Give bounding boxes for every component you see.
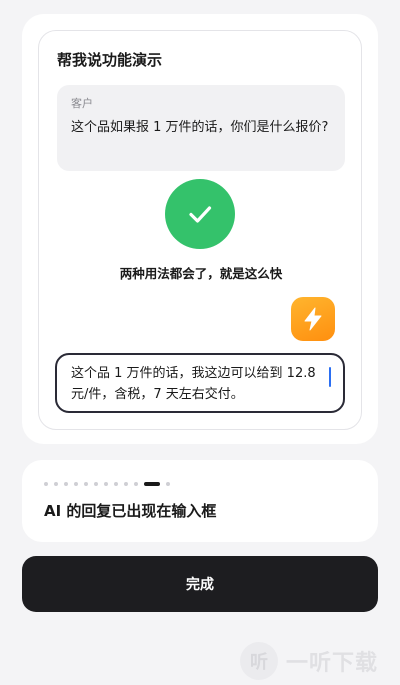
reply-input[interactable]: 这个品 1 万件的话，我这边可以给到 12.8 元/件，含税，7 天左右交付。	[55, 353, 345, 413]
step-dot	[84, 482, 88, 486]
check-icon	[165, 179, 235, 249]
done-button[interactable]: 完成	[22, 556, 378, 612]
step-dot	[124, 482, 128, 486]
step-card: AI 的回复已出现在输入框	[22, 460, 378, 542]
step-dot	[54, 482, 58, 486]
watermark-logo: 听	[240, 642, 278, 680]
step-progress-dots	[44, 482, 170, 486]
text-cursor	[329, 367, 331, 387]
customer-message-bubble: 客户 这个品如果报 1 万件的话，你们是什么报价?	[57, 85, 345, 171]
step-dot	[44, 482, 48, 486]
customer-label: 客户	[71, 97, 93, 110]
step-dot	[104, 482, 108, 486]
step-dot	[74, 482, 78, 486]
lightning-icon[interactable]	[291, 297, 335, 341]
demo-panel: 帮我说功能演示 客户 这个品如果报 1 万件的话，你们是什么报价? 两种用法都会…	[38, 30, 362, 430]
screen: 帮我说功能演示 客户 这个品如果报 1 万件的话，你们是什么报价? 两种用法都会…	[0, 0, 400, 685]
demo-title: 帮我说功能演示	[57, 51, 163, 69]
step-dot	[64, 482, 68, 486]
watermark: 听 一听下载	[240, 642, 378, 680]
step-dot	[134, 482, 138, 486]
step-dot	[94, 482, 98, 486]
demo-card: 帮我说功能演示 客户 这个品如果报 1 万件的话，你们是什么报价? 两种用法都会…	[22, 14, 378, 444]
watermark-text: 一听下载	[286, 651, 379, 676]
customer-message-text: 这个品如果报 1 万件的话，你们是什么报价?	[71, 120, 329, 135]
step-dot	[166, 482, 170, 486]
step-caption: AI 的回复已出现在输入框	[44, 502, 217, 520]
success-text: 两种用法都会了，就是这么快	[119, 266, 283, 281]
reply-input-text: 这个品 1 万件的话，我这边可以给到 12.8 元/件，含税，7 天左右交付。	[71, 366, 316, 402]
step-dot	[114, 482, 118, 486]
step-dot-active	[144, 482, 160, 486]
